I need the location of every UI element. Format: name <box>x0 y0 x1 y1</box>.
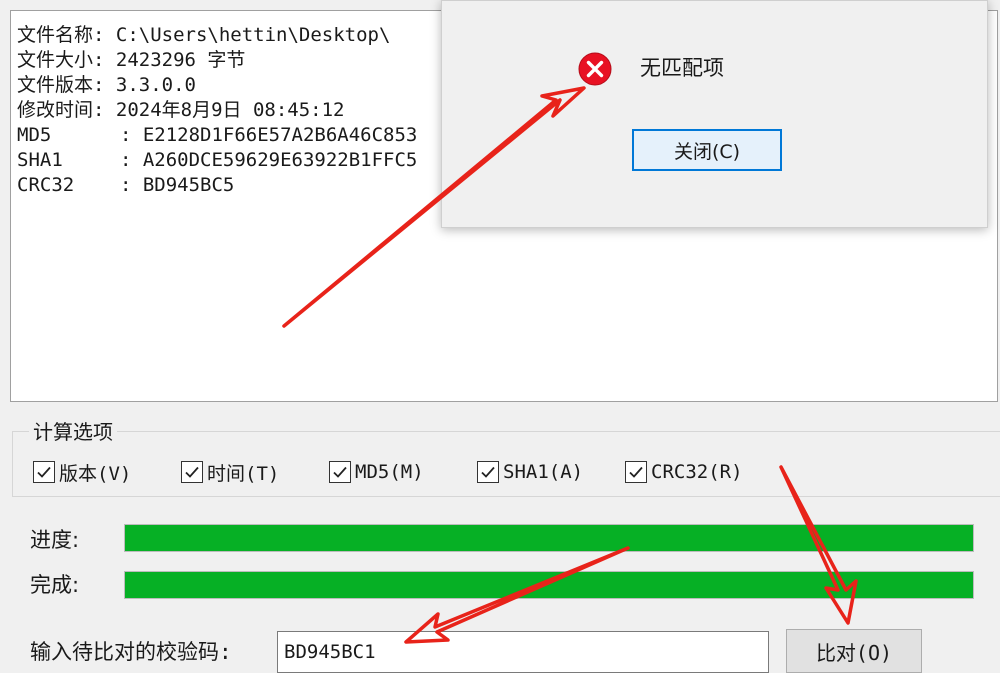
checkmark-icon <box>185 466 199 478</box>
checkbox-crc32[interactable]: CRC32(R) <box>625 458 743 486</box>
checkbox-sha1-label: SHA1(A) <box>503 461 584 483</box>
checkmark-icon <box>629 466 643 478</box>
checksum-input-label: 输入待比对的校验码: <box>30 640 232 664</box>
calc-options-group: 计算选项 版本(V) 时间(T) MD5(M) SHA1(A) CRC32(R) <box>12 420 1000 497</box>
result-line-file-version: 文件版本: 3.3.0.0 <box>17 74 196 96</box>
result-line-sha1: SHA1 : A260DCE59629E63922B1FFC5 <box>17 149 418 171</box>
complete-label: 完成: <box>30 573 80 597</box>
checkbox-box[interactable] <box>181 461 203 483</box>
progress-bar-fill <box>125 525 973 551</box>
checkbox-time-label: 时间(T) <box>207 462 280 485</box>
checkbox-md5[interactable]: MD5(M) <box>329 458 424 486</box>
checkbox-md5-label: MD5(M) <box>355 461 424 483</box>
checkbox-version-label: 版本(V) <box>59 462 132 485</box>
result-line-file-name: 文件名称: C:\Users\hettin\Desktop\ <box>17 24 391 46</box>
checkbox-time[interactable]: 时间(T) <box>181 458 279 486</box>
error-icon <box>578 52 612 86</box>
result-line-file-size: 文件大小: 2423296 字节 <box>17 49 246 71</box>
checkmark-icon <box>333 466 347 478</box>
checkbox-box[interactable] <box>329 461 351 483</box>
compare-button[interactable]: 比对(O) <box>786 629 922 673</box>
result-text: 文件名称: C:\Users\hettin\Desktop\ 文件大小: 242… <box>17 23 417 198</box>
checkbox-box[interactable] <box>477 461 499 483</box>
dialog-message: 无匹配项 <box>640 56 724 80</box>
result-line-crc32: CRC32 : BD945BC5 <box>17 174 235 196</box>
checkbox-box[interactable] <box>33 461 55 483</box>
checkbox-box[interactable] <box>625 461 647 483</box>
checkbox-sha1[interactable]: SHA1(A) <box>477 458 583 486</box>
checkbox-version[interactable]: 版本(V) <box>33 458 131 486</box>
checksum-input[interactable] <box>277 631 769 673</box>
close-button[interactable]: 关闭(C) <box>632 129 782 171</box>
calc-options-title: 计算选项 <box>29 420 117 444</box>
hash-tool-window: 文件名称: C:\Users\hettin\Desktop\ 文件大小: 242… <box>0 0 1000 673</box>
result-line-md5: MD5 : E2128D1F66E57A2B6A46C853 <box>17 124 418 146</box>
checkmark-icon <box>481 466 495 478</box>
complete-bar-fill <box>125 572 973 598</box>
checkmark-icon <box>37 466 51 478</box>
checkbox-crc32-label: CRC32(R) <box>651 461 743 483</box>
complete-bar <box>124 571 974 599</box>
progress-label: 进度: <box>30 528 80 552</box>
progress-bar <box>124 524 974 552</box>
result-line-modified-time: 修改时间: 2024年8月9日 08:45:12 <box>17 99 345 121</box>
no-match-dialog: 无匹配项 关闭(C) <box>441 0 988 228</box>
